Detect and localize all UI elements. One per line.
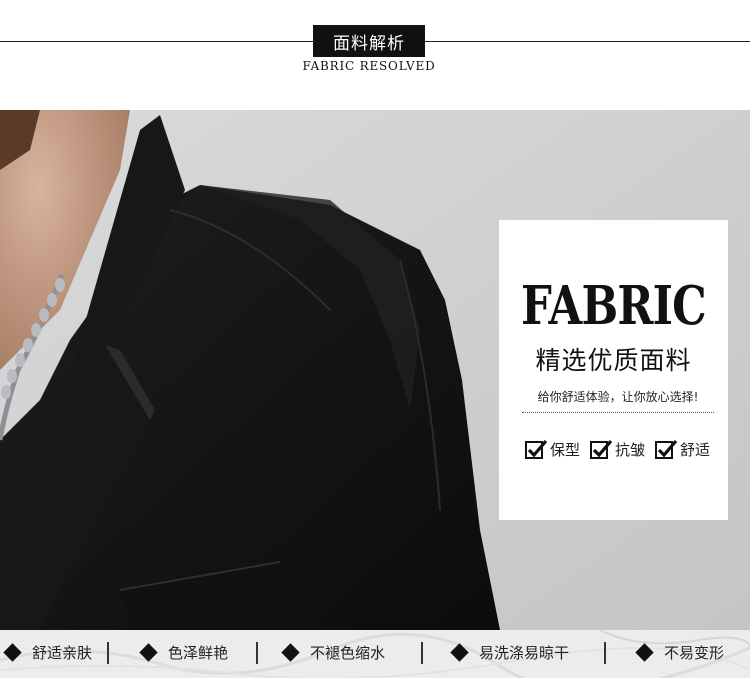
feature-checklist: 保型 抗皱 舒适 bbox=[525, 439, 725, 460]
checkbox-checked-icon bbox=[525, 439, 548, 459]
feature-item: 易洗涤易晾干 bbox=[450, 630, 570, 674]
diamond-bullet-icon bbox=[3, 642, 22, 662]
feature-item: 舒适亲肤 bbox=[3, 630, 93, 674]
check-item-comfort: 舒适 bbox=[655, 439, 710, 460]
card-headline: 精选优质面料 bbox=[535, 346, 692, 375]
feature-separator bbox=[107, 642, 109, 664]
check-label: 保型 bbox=[550, 441, 581, 459]
diamond-bullet-icon bbox=[450, 642, 469, 662]
card-tagline: 给你舒适体验，让你放心选择! bbox=[537, 390, 699, 404]
check-item-shape-retention: 保型 bbox=[525, 439, 580, 460]
check-item-wrinkle-resistant: 抗皱 bbox=[590, 439, 645, 460]
diamond-bullet-icon bbox=[139, 642, 158, 662]
diamond-bullet-icon bbox=[281, 642, 300, 662]
check-label: 抗皱 bbox=[615, 441, 646, 459]
feature-label: 不褪色缩水 bbox=[310, 643, 386, 662]
feature-label: 不易变形 bbox=[664, 643, 725, 662]
feature-label: 易洗涤易晾干 bbox=[479, 643, 570, 662]
checkbox-checked-icon bbox=[590, 439, 613, 459]
feature-separator bbox=[421, 642, 423, 664]
check-label: 舒适 bbox=[680, 441, 711, 459]
section-title: 面料解析 bbox=[313, 25, 425, 57]
feature-label: 色泽鲜艳 bbox=[168, 643, 229, 662]
feature-label: 舒适亲肤 bbox=[32, 643, 93, 662]
section-subtitle: FABRIC RESOLVED bbox=[302, 59, 436, 73]
feature-item: 不褪色缩水 bbox=[281, 630, 386, 674]
diamond-bullet-icon bbox=[635, 642, 654, 662]
section-header: 面料解析 FABRIC RESOLVED bbox=[0, 0, 750, 110]
feature-separator bbox=[256, 642, 258, 664]
card-title: FABRIC bbox=[521, 275, 707, 337]
feature-item: 色泽鲜艳 bbox=[139, 630, 229, 674]
feature-separator bbox=[604, 642, 606, 664]
feature-item: 不易变形 bbox=[635, 630, 725, 674]
fabric-info-card: FABRIC 精选优质面料 给你舒适体验，让你放心选择! 保型 抗皱 舒适 bbox=[499, 220, 728, 520]
dotted-divider bbox=[522, 412, 714, 413]
checkbox-checked-icon bbox=[655, 439, 678, 459]
feature-strip: 舒适亲肤 色泽鲜艳 不褪色缩水 易洗涤易晾干 不易变形 bbox=[0, 630, 750, 678]
